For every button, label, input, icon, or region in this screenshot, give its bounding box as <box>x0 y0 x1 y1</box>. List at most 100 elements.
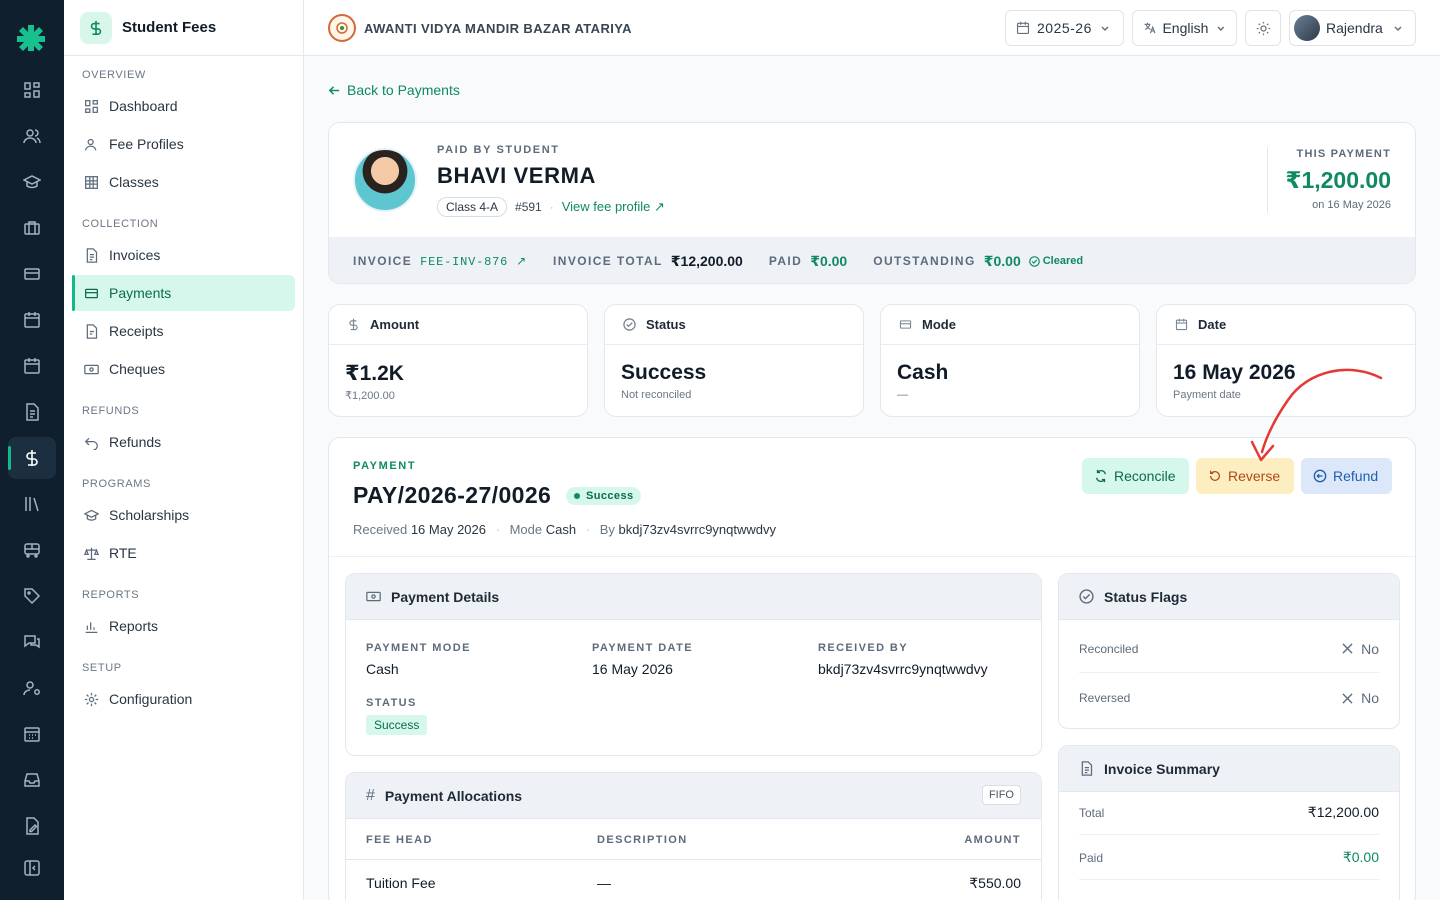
reverse-label: Reverse <box>1228 468 1281 484</box>
document-icon <box>86 247 98 263</box>
stat-header: Amount <box>329 305 587 345</box>
panel-header: Payment Details <box>346 574 1041 620</box>
payment-meta: Received 16 May 2026 · Mode Cash · By bk… <box>353 522 776 537</box>
panel-title: Payment Allocations <box>384 787 523 804</box>
inbox-icon[interactable] <box>8 759 56 801</box>
module-title: Student Fees <box>122 19 217 36</box>
x-icon <box>1342 643 1353 654</box>
card-icon <box>85 288 98 298</box>
table-icon <box>85 175 98 189</box>
stat-value: ₹1.2K <box>345 362 404 385</box>
dollar-icon[interactable] <box>8 437 56 479</box>
panel-header: # Payment Allocations <box>346 773 1041 819</box>
meta-by-value: bkdj73zv4svrrc9ynqtwwdvy <box>618 522 777 537</box>
back-to-payments-link[interactable]: Back to Payments <box>328 82 460 98</box>
sidebar-item-label: Invoices <box>109 247 161 263</box>
language-select[interactable]: English <box>1132 10 1237 46</box>
reconcile-button[interactable]: Reconcile <box>1082 458 1189 494</box>
summary-label: Total <box>1079 805 1105 820</box>
calendar-icon <box>1175 318 1188 331</box>
file-edit-icon[interactable] <box>8 805 56 847</box>
panel-header: Status Flags <box>1059 574 1399 620</box>
panel-title: Payment Details <box>391 588 500 605</box>
briefcase-icon[interactable] <box>8 207 56 249</box>
user-name: Rajendra <box>1326 20 1383 36</box>
sidebar-item-label: Receipts <box>109 323 164 339</box>
student-summary-card: PAID BY STUDENT BHAVI VERMA Class 4-A #5… <box>328 122 1416 284</box>
stat-card-mode: Mode Cash — <box>880 304 1140 417</box>
sidebar-item-cheques[interactable]: Cheques <box>72 351 295 387</box>
bus-icon[interactable] <box>8 529 56 571</box>
sidebar-item-payments[interactable]: Payments <box>72 275 295 311</box>
cleared-label: Cleared <box>1042 255 1084 267</box>
graduation-cap-icon[interactable] <box>8 161 56 203</box>
sidebar-item-label: Refunds <box>109 434 162 450</box>
sidebar-item-reports[interactable]: Reports <box>72 608 295 644</box>
status-chip: Success <box>366 715 428 735</box>
calendar-alt-icon[interactable] <box>8 345 56 387</box>
payment-allocations-panel: # Payment Allocations FIFO FEE HEAD DESC… <box>345 772 1042 900</box>
check-circle-icon <box>1028 255 1040 267</box>
stat-label: Amount <box>370 317 420 332</box>
status-badge: Success <box>566 487 642 505</box>
payment-date-label: PAYMENT DATE <box>592 642 693 654</box>
sidebar-item-receipts[interactable]: Receipts <box>72 313 295 349</box>
sidebar-item-dashboard[interactable]: Dashboard <box>72 88 295 124</box>
user-cog-icon[interactable] <box>8 667 56 709</box>
sidebar-item-fee-profiles[interactable]: Fee Profiles <box>72 126 295 162</box>
student-photo <box>353 148 417 212</box>
undo-icon <box>84 437 98 450</box>
received-by-label: RECEIVED BY <box>818 642 908 654</box>
class-pill: Class 4-A <box>437 197 508 217</box>
received-by-value: bkdj73zv4svrrc9ynqtwwdvy <box>818 661 988 677</box>
users-icon[interactable] <box>8 115 56 157</box>
dollar-icon <box>80 11 112 44</box>
calendar-icon[interactable] <box>8 299 56 341</box>
invoice-strip: INVOICE FEE-INV-876 ↗ INVOICE TOTAL ₹12,… <box>329 237 1415 283</box>
invoice-link[interactable]: FEE-INV-876 ↗ <box>420 254 527 269</box>
divider <box>329 556 1415 557</box>
document-icon[interactable] <box>8 391 56 433</box>
session-value: 2025-26 <box>1037 20 1092 36</box>
section-label-programs: PROGRAMS <box>82 478 151 490</box>
sidebar-item-rte[interactable]: RTE <box>72 535 295 571</box>
column-header-description: DESCRIPTION <box>597 834 688 846</box>
calendar-grid-icon[interactable] <box>8 713 56 755</box>
sidebar-item-label: Fee Profiles <box>109 136 184 152</box>
summary-row-total: Total ₹12,200.00 <box>1079 804 1379 821</box>
sidebar-item-invoices[interactable]: Invoices <box>72 237 295 273</box>
payment-eyebrow: PAYMENT <box>353 460 417 472</box>
invoice-total-label: INVOICE TOTAL <box>553 254 663 268</box>
sidebar-item-configuration[interactable]: Configuration <box>72 681 295 717</box>
tag-icon[interactable] <box>8 575 56 617</box>
outstanding-value: ₹0.00 <box>983 252 1021 269</box>
back-label: Back to Payments <box>347 82 460 98</box>
session-select[interactable]: 2025-26 <box>1005 10 1124 46</box>
user-menu[interactable]: Rajendra <box>1289 10 1416 46</box>
document-icon <box>1081 761 1093 776</box>
sidebar-item-classes[interactable]: Classes <box>72 164 295 200</box>
chat-icon[interactable] <box>8 621 56 663</box>
collapse-icon[interactable] <box>8 847 56 889</box>
sidebar-item-label: RTE <box>109 545 137 561</box>
sidebar-item-scholarships[interactable]: Scholarships <box>72 497 295 533</box>
flag-label: Reconciled <box>1079 641 1139 656</box>
school-brand[interactable]: AWANTI VIDYA MANDIR BAZAR ATARIYA <box>328 14 632 42</box>
flag-value-text: No <box>1361 690 1379 706</box>
this-payment-label: THIS PAYMENT <box>1296 148 1391 160</box>
roll-number: #591 <box>515 200 542 214</box>
sidebar-item-refunds[interactable]: Refunds <box>72 424 295 460</box>
column-header-amount: AMOUNT <box>964 834 1021 846</box>
view-fee-profile-link[interactable]: View fee profile ↗ <box>562 199 665 215</box>
invoice-label: INVOICE <box>353 254 413 268</box>
library-icon[interactable] <box>8 483 56 525</box>
theme-toggle[interactable] <box>1245 10 1281 46</box>
column-header-fee-head: FEE HEAD <box>366 834 433 846</box>
stat-value: Cash <box>897 361 949 384</box>
section-label-setup: SETUP <box>82 662 122 674</box>
stat-value: Success <box>621 361 707 384</box>
card-icon[interactable] <box>8 253 56 295</box>
grid-icon[interactable] <box>8 69 56 111</box>
app-logo-icon[interactable] <box>14 20 48 54</box>
allocation-description: — <box>597 875 611 891</box>
